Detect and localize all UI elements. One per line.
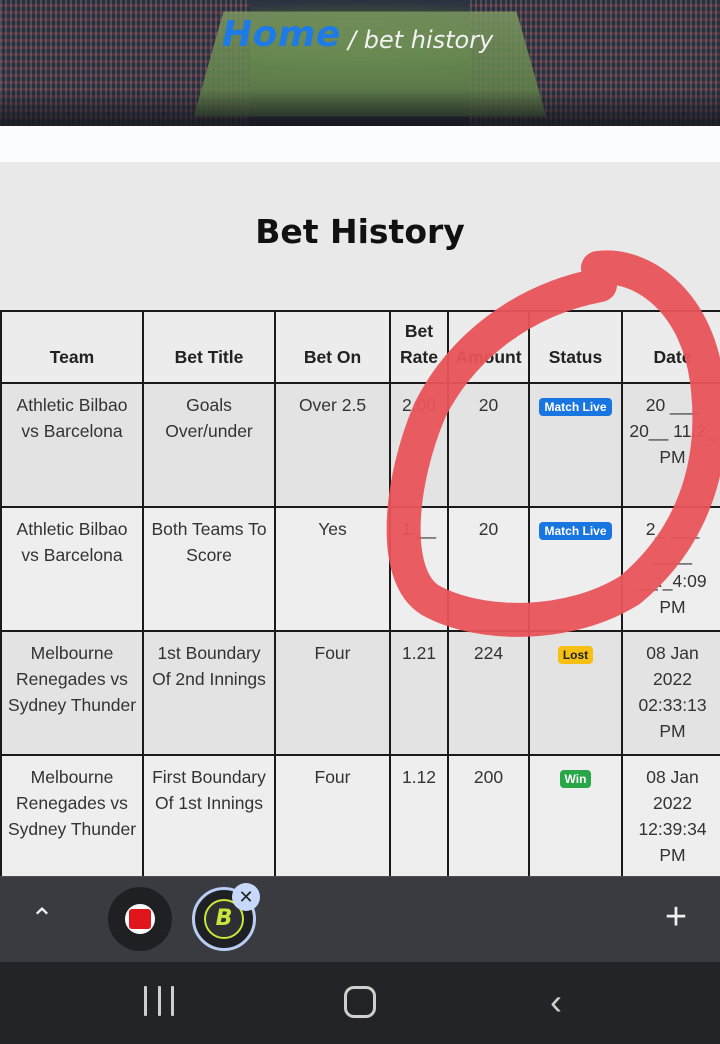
status-badge: Match Live [539,398,612,416]
cell-status: Match Live [528,382,623,508]
page-title: Bet History [255,212,465,251]
cell-status: Match Live [528,506,623,632]
cell-bet-title: 1st Boundary Of 2nd Innings [142,630,276,756]
cell-amount: 224 [447,630,530,756]
crowd-image-bottom [0,90,720,126]
cell-date: 20 ___ 20__ 11:2_ PM [621,382,720,508]
system-nav-bar: ‹ [0,962,720,1044]
bet-history-table: Team Bet Title Bet On Bet Rate Amount St… [0,310,720,880]
cell-team: Melbourne Renegades vs Sydney Thunder [0,754,144,880]
cell-date: 08 Jan 2022 02:33:13 PM [621,630,720,756]
table-row: Athletic Bilbao vs Barcelona Both Teams … [0,506,720,632]
table-row: Melbourne Renegades vs Sydney Thunder Fi… [0,754,720,880]
column-header-bet-on: Bet On [274,310,391,384]
cell-amount: 20 [447,382,530,508]
cell-bet-rate: 2.00 [389,382,449,508]
cell-bet-rate: 1.__ [389,506,449,632]
cell-team: Athletic Bilbao vs Barcelona [0,382,144,508]
table-header-row: Team Bet Title Bet On Bet Rate Amount St… [0,310,720,384]
cell-bet-title: First Boundary Of 1st Innings [142,754,276,880]
cell-team: Athletic Bilbao vs Barcelona [0,506,144,632]
status-badge: Win [559,770,592,788]
red-tab-inner [125,904,155,934]
chevron-up-icon[interactable]: ⌃ [26,901,58,937]
table-row: Melbourne Renegades vs Sydney Thunder 1s… [0,630,720,756]
cell-team: Melbourne Renegades vs Sydney Thunder [0,630,144,756]
close-icon[interactable]: ✕ [232,883,260,911]
browser-bottom-bar: ⌃ B ✕ + [0,876,720,962]
cell-status: Lost [528,630,623,756]
column-header-team: Team [0,310,144,384]
cell-bet-rate: 1.21 [389,630,449,756]
cell-date: 08 Jan 2022 12:39:34 PM [621,754,720,880]
cell-bet-on: Over 2.5 [274,382,391,508]
cell-bet-title: Both Teams To Score [142,506,276,632]
breadcrumb-current: / bet history [348,26,494,54]
column-header-status: Status [528,310,623,384]
recent-apps-icon[interactable] [144,986,174,1016]
breadcrumb-home-link[interactable]: Home [222,14,341,55]
cell-date: 2_ ___ ____ __:_4:09 PM [621,506,720,632]
cell-bet-on: Four [274,754,391,880]
column-header-bet-title: Bet Title [142,310,276,384]
cell-bet-on: Yes [274,506,391,632]
cell-amount: 200 [447,754,530,880]
cell-bet-title: Goals Over/under [142,382,276,508]
column-header-date: Date [621,310,720,384]
header-divider [0,126,720,162]
red-tab-square [129,909,151,929]
column-header-bet-rate: Bet Rate [389,310,449,384]
red-tab-icon[interactable] [108,887,172,951]
cell-bet-on: Four [274,630,391,756]
status-badge: Lost [557,646,594,664]
hero-banner: Home / bet history [0,0,720,126]
cell-bet-rate: 1.12 [389,754,449,880]
back-icon[interactable]: ‹ [550,984,574,1020]
home-icon[interactable] [344,986,376,1018]
cell-amount: 20 [447,506,530,632]
table-row: Athletic Bilbao vs Barcelona Goals Over/… [0,382,720,508]
cell-status: Win [528,754,623,880]
status-badge: Match Live [539,522,612,540]
column-header-amount: Amount [447,310,530,384]
plus-icon[interactable]: + [658,897,694,937]
